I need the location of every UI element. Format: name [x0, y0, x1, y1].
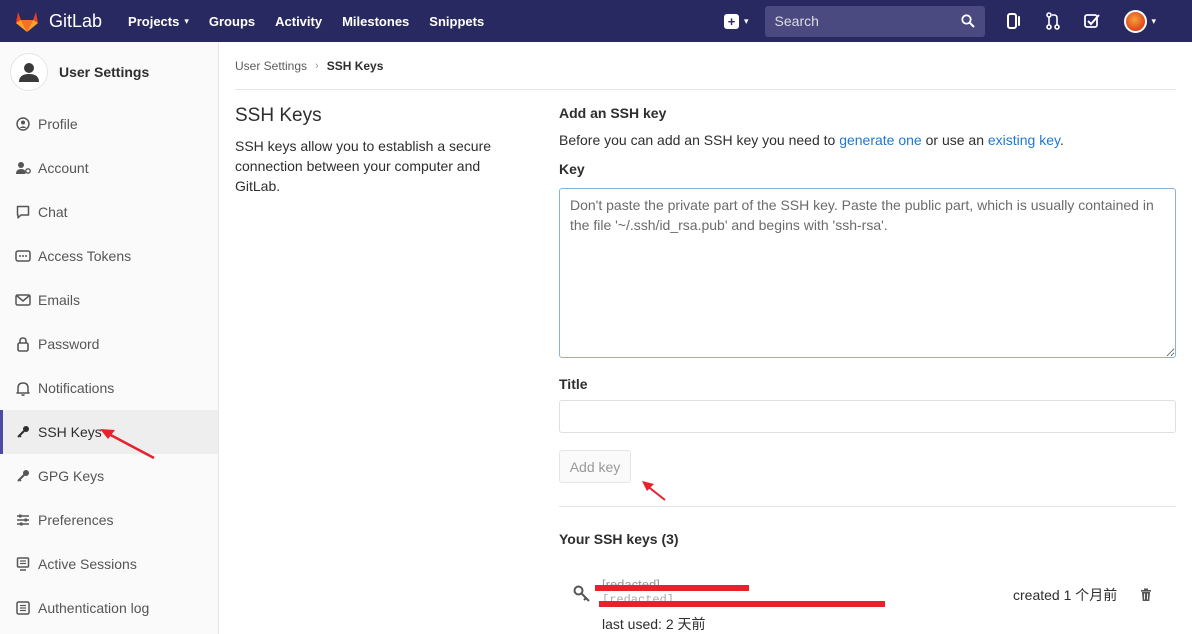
- bell-icon: [15, 380, 31, 396]
- page-description: SSH keys allow you to establish a secure…: [235, 138, 492, 194]
- sidebar-item-preferences[interactable]: Preferences: [0, 498, 218, 542]
- sidebar-item-label: Notifications: [38, 380, 115, 396]
- gitlab-logo[interactable]: GitLab: [14, 9, 102, 33]
- sidebar-item-ssh-keys[interactable]: SSH Keys: [0, 410, 218, 454]
- sidebar-item-emails[interactable]: Emails: [0, 278, 218, 322]
- redaction-mark: [595, 585, 749, 591]
- nav-right: + ▾ ▾: [724, 0, 1156, 42]
- title-input[interactable]: [559, 400, 1176, 433]
- key-textarea[interactable]: [559, 188, 1176, 358]
- sidebar-item-chat[interactable]: Chat: [0, 190, 218, 234]
- key-icon: [15, 468, 31, 484]
- nav-groups[interactable]: Groups: [209, 14, 255, 29]
- ssh-keys-heading: Your SSH keys (3): [559, 531, 679, 547]
- chat-icon: [15, 204, 31, 220]
- search-input[interactable]: [774, 13, 935, 29]
- intro-column: SSH Keys SSH keys allow you to establish…: [235, 105, 495, 196]
- nav-links: Projects ▾ Groups Activity Milestones Sni…: [128, 14, 504, 29]
- sidebar-item-label: Preferences: [38, 512, 114, 528]
- sidebar-item-active-sessions[interactable]: Active Sessions: [0, 542, 218, 586]
- sidebar-item-profile[interactable]: Profile: [0, 102, 218, 146]
- main-content: User Settings › SSH Keys SSH Keys SSH ke…: [235, 42, 1176, 632]
- list-icon: [15, 600, 31, 616]
- add-key-button[interactable]: Add key: [559, 450, 631, 483]
- intro-text: .: [1059, 132, 1064, 148]
- generate-one-link[interactable]: generate one: [839, 132, 922, 148]
- add-key-intro: Before you can add an SSH key you need t…: [559, 132, 1176, 148]
- user-avatar-icon: [10, 53, 48, 91]
- settings-sidebar: User Settings Profile Account Chat Acces…: [0, 42, 219, 634]
- search-box[interactable]: [764, 5, 985, 37]
- sidebar-item-notifications[interactable]: Notifications: [0, 366, 218, 410]
- chevron-down-icon: ▾: [184, 15, 189, 26]
- sidebar-item-gpg-keys[interactable]: GPG Keys: [0, 454, 218, 498]
- sidebar-item-label: Authentication log: [38, 600, 150, 616]
- sidebar-item-authentication-log[interactable]: Authentication log: [0, 586, 218, 630]
- key-icon: [15, 424, 31, 440]
- plus-icon: +: [724, 13, 739, 29]
- ssh-key-row[interactable]: [redacted] [redacted] created 1 个月前 last…: [559, 547, 1176, 632]
- ssh-key-last-used: last used: 2 天前: [602, 616, 706, 632]
- divider: [559, 506, 1176, 507]
- breadcrumb-current[interactable]: SSH Keys: [327, 59, 384, 73]
- sidebar-title: User Settings: [59, 64, 150, 80]
- sidebar-item-access-tokens[interactable]: Access Tokens: [0, 234, 218, 278]
- trash-icon[interactable]: [1139, 588, 1153, 602]
- account-icon: [15, 160, 31, 176]
- intro-text: Before you can add an SSH key you need t…: [559, 132, 840, 148]
- chevron-right-icon: ›: [315, 59, 319, 72]
- sidebar-item-label: Active Sessions: [38, 556, 137, 572]
- sidebar-item-label: Account: [38, 160, 89, 176]
- sidebar-item-label: Access Tokens: [38, 248, 132, 264]
- sidebar-item-label: Profile: [38, 116, 78, 132]
- monitor-icon: [15, 556, 31, 572]
- sidebar-item-password[interactable]: Password: [0, 322, 218, 366]
- chevron-down-icon[interactable]: ▾: [1152, 16, 1157, 27]
- form-column: Add an SSH key Before you can add an SSH…: [559, 105, 1176, 632]
- ssh-key-created: created 1 个月前: [1013, 587, 1118, 603]
- title-label: Title: [559, 376, 588, 392]
- lock-icon: [15, 336, 31, 352]
- chevron-down-icon: ▾: [744, 15, 749, 26]
- top-navbar: GitLab Projects ▾ Groups Activity Milesto…: [0, 0, 1192, 42]
- envelope-icon: [15, 292, 31, 308]
- merge-request-icon[interactable]: [1043, 11, 1063, 31]
- sidebar-item-label: Chat: [38, 204, 68, 220]
- access-tokens-icon: [15, 248, 31, 264]
- key-label: Key: [559, 161, 585, 177]
- sidebar-item-label: Password: [38, 336, 100, 352]
- search-icon: [960, 14, 975, 28]
- nav-milestones[interactable]: Milestones: [342, 14, 409, 29]
- sidebar-item-label: Emails: [38, 292, 81, 308]
- profile-icon: [15, 116, 31, 132]
- add-key-heading: Add an SSH key: [559, 105, 667, 121]
- existing-key-link[interactable]: existing key: [988, 132, 1060, 148]
- brand-name: GitLab: [49, 10, 103, 31]
- key-icon: [573, 585, 590, 602]
- sidebar-item-label: GPG Keys: [38, 468, 105, 484]
- nav-activity[interactable]: Activity: [275, 14, 322, 29]
- user-avatar[interactable]: [1123, 9, 1147, 33]
- redaction-mark: [599, 601, 885, 607]
- sliders-icon: [15, 512, 31, 528]
- nav-snippets[interactable]: Snippets: [429, 14, 484, 29]
- nav-projects-label: Projects: [128, 13, 180, 29]
- sidebar-item-account[interactable]: Account: [0, 146, 218, 190]
- todo-checkbox-icon[interactable]: [1082, 11, 1102, 31]
- sidebar-header[interactable]: User Settings: [0, 42, 218, 102]
- new-dropdown-button[interactable]: + ▾: [724, 13, 749, 29]
- page-title: SSH Keys: [235, 105, 322, 126]
- sidebar-item-label: SSH Keys: [38, 424, 102, 440]
- breadcrumb-parent[interactable]: User Settings: [235, 59, 307, 73]
- nav-projects[interactable]: Projects ▾: [128, 14, 189, 29]
- breadcrumb: User Settings › SSH Keys: [235, 42, 1176, 90]
- intro-text: or use an: [921, 132, 988, 148]
- gitlab-tanuki-icon: [16, 12, 38, 32]
- issues-icon[interactable]: [1004, 11, 1024, 31]
